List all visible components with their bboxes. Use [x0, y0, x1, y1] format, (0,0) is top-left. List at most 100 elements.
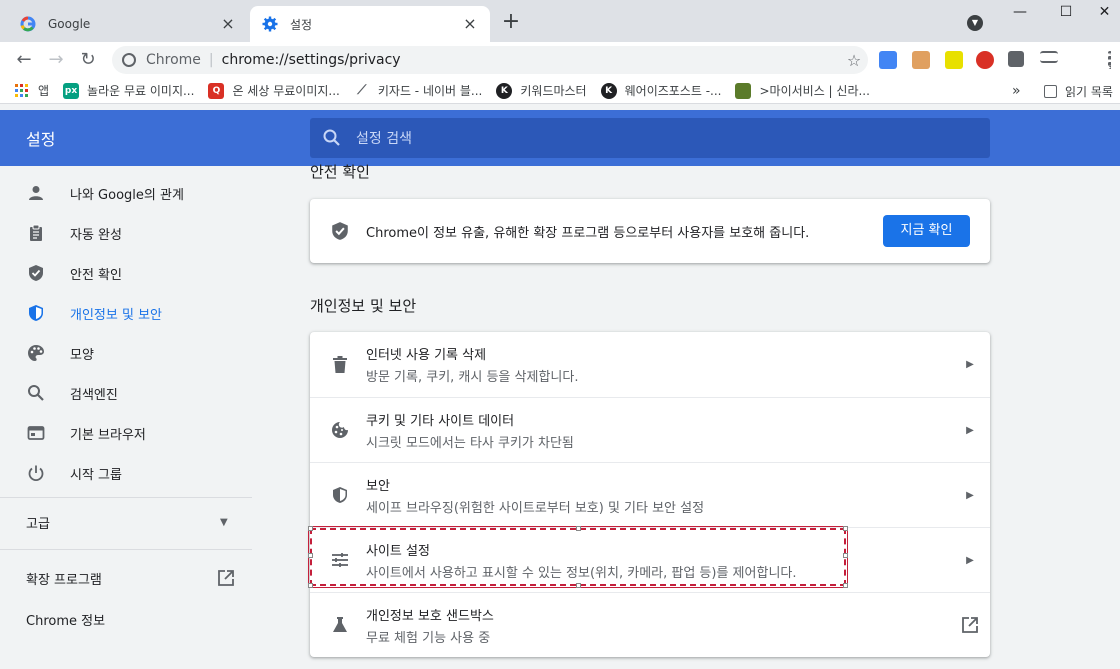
back-icon[interactable]: ←	[12, 48, 36, 72]
row-title: 쿠키 및 기타 사이트 데이터	[366, 413, 515, 429]
safety-check-description: Chrome이 정보 유출, 유해한 확장 프로그램 등으로부터 사용자를 보호…	[366, 225, 810, 241]
google-g-icon	[20, 16, 36, 32]
row-title: 개인정보 보호 샌드박스	[366, 608, 494, 624]
shield-half-icon	[330, 485, 350, 505]
clear-browsing-data-row[interactable]: 인터넷 사용 기록 삭제 방문 기록, 쿠키, 캐시 등을 삭제합니다. ▶	[310, 332, 990, 397]
shield-check-icon	[26, 263, 46, 283]
site-info-icon[interactable]	[122, 53, 136, 67]
settings-main: 안전 확인 Chrome이 정보 유출, 유해한 확장 프로그램 등으로부터 사…	[252, 163, 1120, 669]
search-icon	[322, 128, 342, 148]
settings-gear-icon	[262, 16, 278, 32]
bookmark-item[interactable]: px 놀라운 무료 이미지...	[63, 82, 194, 99]
sidebar-item-label: 개인정보 및 보안	[70, 307, 162, 323]
url-text[interactable]: chrome://settings/privacy	[222, 52, 840, 68]
bookmark-item[interactable]: >마이서비스 | 신라...	[735, 82, 870, 99]
minimize-button[interactable]: —	[997, 4, 1043, 24]
address-bar[interactable]: Chrome | chrome://settings/privacy ☆	[112, 46, 868, 74]
bookmark-label: 온 세상 무료이미지...	[232, 84, 340, 98]
chevron-right-icon[interactable]: ▶	[950, 490, 990, 501]
privacy-sandbox-row[interactable]: 개인정보 보호 샌드박스무료 체험 기능 사용 중	[310, 592, 990, 657]
sidebar-item-you-and-google[interactable]: 나와 Google의 관계	[0, 173, 252, 213]
url-separator: |	[208, 52, 214, 68]
close-window-button[interactable]: ✕	[1089, 4, 1120, 24]
sidebar-item-search-engine[interactable]: 검색엔진	[0, 373, 252, 413]
cookies-row[interactable]: 쿠키 및 기타 사이트 데이터 시크릿 모드에서는 타사 쿠키가 차단됨 ▶	[310, 397, 990, 462]
tab-search-icon[interactable]: ▼	[967, 15, 983, 31]
site-settings-row[interactable]: 사이트 설정 사이트에서 사용하고 표시할 수 있는 정보(위치, 카메라, 팝업…	[308, 526, 990, 592]
maximize-button[interactable]: ☐	[1043, 4, 1089, 24]
resize-handle	[843, 526, 848, 531]
settings-sidebar: 나와 Google의 관계 자동 완성 안전 확인 개인정보 및 보안 모양 검…	[0, 166, 252, 669]
chevron-right-icon[interactable]: ▶	[950, 425, 990, 436]
sidebar-item-autofill[interactable]: 자동 완성	[0, 213, 252, 253]
bookmark-label: 키자드 - 네이버 블...	[377, 84, 483, 98]
reload-icon[interactable]: ↻	[76, 48, 100, 72]
sidebar-item-extensions[interactable]: 확장 프로그램	[26, 569, 102, 588]
bookmark-item[interactable]: K 웨어이즈포스트 -...	[600, 82, 722, 99]
bookmark-label: 앱	[38, 84, 50, 98]
row-subtitle: 무료 체험 기능 사용 중	[366, 630, 491, 646]
page-title: 설정	[26, 130, 56, 149]
security-row[interactable]: 보안 세이프 브라우징(위험한 사이트로부터 보호) 및 기타 보안 설정 ▶	[310, 462, 990, 527]
bookmark-item[interactable]: ⟋ 키자드 - 네이버 블...	[354, 82, 483, 99]
k-icon: K	[600, 82, 617, 99]
sidebar-item-default-browser[interactable]: 기본 브라우저	[0, 413, 252, 453]
tab-google[interactable]: Google ×	[8, 6, 248, 42]
apps-grid-icon	[14, 83, 30, 99]
bookmark-label: 놀라운 무료 이미지...	[87, 84, 195, 98]
bookmark-star-icon[interactable]: ☆	[840, 51, 868, 70]
settings-search-input[interactable]: 설정 검색	[310, 118, 990, 158]
sidebar-item-about-chrome[interactable]: Chrome 정보	[26, 610, 105, 629]
sidebar-advanced-toggle[interactable]: 고급	[26, 513, 50, 532]
hammer-extension-icon[interactable]	[912, 51, 930, 69]
power-icon	[26, 463, 46, 483]
translate-extension-icon[interactable]	[879, 51, 897, 69]
bookmark-apps[interactable]: 앱	[14, 82, 49, 99]
row-title: 사이트 설정	[366, 543, 430, 559]
external-link-icon[interactable]	[950, 616, 990, 634]
bookmark-label: 키워드마스터	[520, 84, 587, 98]
sidebar-item-on-startup[interactable]: 시작 그룹	[0, 453, 252, 493]
tab-title: 설정	[290, 17, 313, 32]
close-tab-icon[interactable]: ×	[462, 16, 478, 32]
sidebar-item-label: 시작 그룹	[70, 467, 122, 483]
menu-icon[interactable]	[1108, 51, 1112, 69]
search-placeholder: 설정 검색	[356, 131, 412, 147]
more-bookmarks-button[interactable]: »	[1012, 83, 1021, 99]
reading-list-button[interactable]: 읽기 목록	[1044, 78, 1113, 104]
sidebar-item-safety-check[interactable]: 안전 확인	[0, 253, 252, 293]
chevron-right-icon[interactable]: ▶	[950, 359, 990, 370]
tab-strip: Google × 설정 × + ▼ — ☐ ✕	[0, 0, 1120, 42]
chevron-right-icon[interactable]: ▶	[950, 555, 990, 566]
bookmark-item[interactable]: K 키워드마스터	[496, 82, 587, 99]
check-now-button[interactable]: 지금 확인	[883, 215, 970, 247]
section-title-safety: 안전 확인	[310, 163, 370, 181]
bookmark-item[interactable]: Q 온 세상 무료이미지...	[208, 82, 340, 99]
sidebar-item-privacy-security[interactable]: 개인정보 및 보안	[0, 293, 252, 333]
row-subtitle: 세이프 브라우징(위험한 사이트로부터 보호) 및 기타 보안 설정	[366, 500, 705, 516]
external-link-icon[interactable]	[217, 569, 235, 587]
person-icon	[26, 183, 46, 203]
forward-icon[interactable]: →	[44, 48, 68, 72]
k-icon: K	[496, 82, 513, 99]
red-extension-icon[interactable]	[976, 51, 994, 69]
sidebar-item-label: 나와 Google의 관계	[70, 187, 184, 203]
tab-settings[interactable]: 설정 ×	[250, 6, 490, 42]
sidebar-item-label: 검색엔진	[70, 387, 118, 403]
sidebar-item-appearance[interactable]: 모양	[0, 333, 252, 373]
sidebar-divider	[0, 497, 252, 498]
row-title: 인터넷 사용 기록 삭제	[366, 348, 487, 363]
reading-list-label: 읽기 목록	[1065, 84, 1113, 99]
clipboard-icon	[26, 223, 46, 243]
browser-icon	[26, 423, 46, 443]
url-scheme: Chrome	[146, 52, 201, 68]
resize-handle	[308, 526, 313, 531]
bookmark-label: 웨어이즈포스트 -...	[624, 84, 722, 98]
reading-queue-icon[interactable]	[1040, 51, 1058, 63]
resize-handle	[576, 526, 581, 531]
puzzle-extensions-icon[interactable]	[1008, 51, 1024, 67]
close-tab-icon[interactable]: ×	[220, 16, 236, 32]
picker-extension-icon[interactable]	[945, 51, 963, 69]
chevron-down-icon[interactable]: ▼	[220, 517, 228, 528]
new-tab-button[interactable]: +	[500, 11, 522, 34]
